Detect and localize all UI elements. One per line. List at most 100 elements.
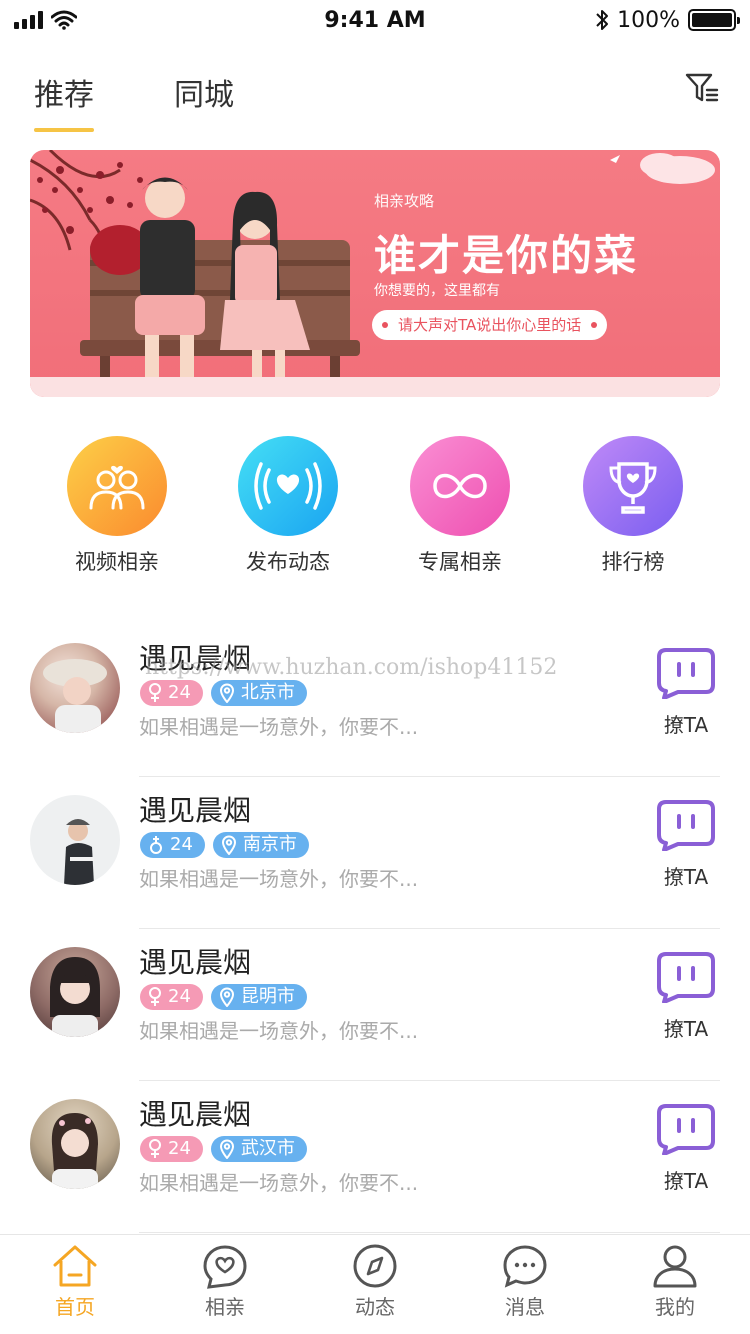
- quick-actions: 视频相亲 发布动态 专属相亲 排行榜: [0, 430, 750, 590]
- chat-bubble-icon: [657, 952, 715, 1004]
- tab-recommend[interactable]: 推荐: [34, 70, 94, 114]
- chat-bubble-icon: [657, 800, 715, 852]
- intro-message: 如果相遇是一场意外，你要不...: [139, 715, 419, 739]
- quick-action-video-date[interactable]: 视频相亲: [37, 430, 197, 576]
- quick-action-label: 发布动态: [246, 550, 330, 574]
- tab-same-city[interactable]: 同城: [174, 70, 234, 114]
- nav-dating[interactable]: 相亲: [150, 1235, 300, 1334]
- quick-action-post-moment[interactable]: 发布动态: [208, 430, 368, 576]
- nav-messages[interactable]: 消息: [450, 1235, 600, 1334]
- user-name: 遇见晨烟: [139, 1098, 252, 1131]
- flirt-button[interactable]: 撩TA: [650, 951, 722, 1042]
- linked-hearts-icon: [410, 436, 510, 536]
- user-tags: 24 武汉市: [140, 1136, 307, 1162]
- banner-title: 谁才是你的菜: [374, 231, 639, 280]
- age-tag: 24: [140, 680, 203, 706]
- status-left: [14, 10, 77, 30]
- quick-action-label: 视频相亲: [75, 550, 159, 574]
- match-row[interactable]: 遇见晨烟 24 南京市 如果相遇是一场意外，你要不... 撩TA: [0, 777, 750, 929]
- avatar: [30, 1099, 120, 1189]
- battery-icon: [688, 9, 740, 31]
- city-value: 昆明市: [240, 986, 295, 1007]
- user-tags: 24 昆明市: [140, 984, 307, 1010]
- location-pin-icon: [221, 835, 236, 855]
- banner-subtitle: 相亲攻略: [374, 192, 435, 210]
- flirt-button[interactable]: 撩TA: [650, 799, 722, 890]
- bottom-nav: 首页 相亲 动态 消息 我的: [0, 1234, 750, 1334]
- promo-banner[interactable]: 相亲攻略 谁才是你的菜 你想要的，这里都有 请大声对TA说出你心里的话: [30, 150, 720, 397]
- nav-profile[interactable]: 我的: [600, 1235, 750, 1334]
- banner-description: 你想要的，这里都有: [374, 283, 500, 299]
- age-tag: 24: [140, 1136, 203, 1162]
- watermark: https://www.huzhan.com/ishop41152: [145, 655, 558, 680]
- bluetooth-icon: [596, 10, 609, 30]
- banner-illustration: [30, 150, 360, 397]
- nav-label: 消息: [505, 1295, 545, 1319]
- flirt-label: 撩TA: [663, 1169, 709, 1193]
- banner-cta-button[interactable]: 请大声对TA说出你心里的话: [372, 310, 608, 340]
- user-name: 遇见晨烟: [139, 794, 252, 827]
- flirt-button[interactable]: 撩TA: [650, 1103, 722, 1194]
- city-tag: 北京市: [210, 680, 307, 706]
- age-value: 24: [168, 682, 191, 703]
- quick-action-label: 专属相亲: [418, 550, 502, 574]
- wifi-icon: [51, 10, 77, 30]
- match-row[interactable]: 遇见晨烟 24 昆明市 如果相遇是一场意外，你要不... 撩TA: [0, 929, 750, 1081]
- top-tabs: 推荐 同城: [0, 40, 750, 140]
- user-icon: [653, 1245, 697, 1288]
- quick-action-leaderboard[interactable]: 排行榜: [553, 430, 713, 576]
- flirt-label: 撩TA: [663, 1017, 709, 1041]
- avatar: [30, 643, 120, 733]
- chat-bubble-icon: [657, 1104, 715, 1156]
- cellular-signal-icon: [14, 11, 43, 29]
- age-value: 24: [168, 986, 191, 1007]
- home-icon: [53, 1245, 97, 1287]
- quick-action-label: 排行榜: [601, 550, 665, 574]
- intro-message: 如果相遇是一场意外，你要不...: [139, 1171, 419, 1195]
- filter-icon[interactable]: [684, 70, 720, 106]
- heart-broadcast-icon: [238, 436, 338, 536]
- flirt-button[interactable]: 撩TA: [650, 647, 722, 738]
- user-tags: 24 北京市: [140, 680, 307, 706]
- location-pin-icon: [219, 987, 234, 1007]
- avatar: [30, 947, 120, 1037]
- message-icon: [503, 1245, 547, 1288]
- compass-icon: [353, 1244, 397, 1288]
- active-tab-indicator: [34, 128, 94, 132]
- banner-floor: [30, 377, 720, 397]
- nav-moments[interactable]: 动态: [300, 1235, 450, 1334]
- status-bar: 9:41 AM 100%: [0, 0, 750, 40]
- banner-cloud-decoration: [610, 153, 715, 184]
- location-pin-icon: [219, 683, 234, 703]
- female-icon: [149, 683, 161, 702]
- city-value: 南京市: [242, 834, 297, 855]
- nav-label: 我的: [655, 1295, 695, 1319]
- user-tags: 24 南京市: [140, 832, 309, 858]
- female-icon: [149, 987, 161, 1006]
- flirt-label: 撩TA: [663, 865, 709, 889]
- city-tag: 昆明市: [210, 984, 307, 1010]
- heart-chat-icon: [203, 1245, 247, 1289]
- city-value: 北京市: [240, 682, 295, 703]
- city-tag: 南京市: [212, 832, 309, 858]
- chat-bubble-icon: [657, 648, 715, 700]
- age-tag: 24: [140, 832, 205, 858]
- female-icon: [149, 1139, 161, 1158]
- avatar: [30, 795, 120, 885]
- nav-label: 相亲: [205, 1295, 245, 1319]
- flirt-label: 撩TA: [663, 713, 709, 737]
- match-row[interactable]: 遇见晨烟 24 北京市 如果相遇是一场意外，你要不... 撩TA: [0, 625, 750, 777]
- quick-action-exclusive-date[interactable]: 专属相亲: [380, 430, 540, 576]
- couple-icon: [67, 436, 167, 536]
- battery-level: [692, 13, 732, 27]
- nav-label: 首页: [55, 1295, 95, 1319]
- user-name: 遇见晨烟: [139, 946, 252, 979]
- match-row[interactable]: 遇见晨烟 24 武汉市 如果相遇是一场意外，你要不... 撩TA: [0, 1081, 750, 1233]
- city-value: 武汉市: [240, 1138, 295, 1159]
- intro-message: 如果相遇是一场意外，你要不...: [139, 867, 419, 891]
- trophy-icon: [583, 436, 683, 536]
- battery-percent: 100%: [617, 7, 680, 33]
- age-value: 24: [170, 834, 193, 855]
- row-divider: [139, 1232, 720, 1233]
- nav-home[interactable]: 首页: [0, 1235, 150, 1334]
